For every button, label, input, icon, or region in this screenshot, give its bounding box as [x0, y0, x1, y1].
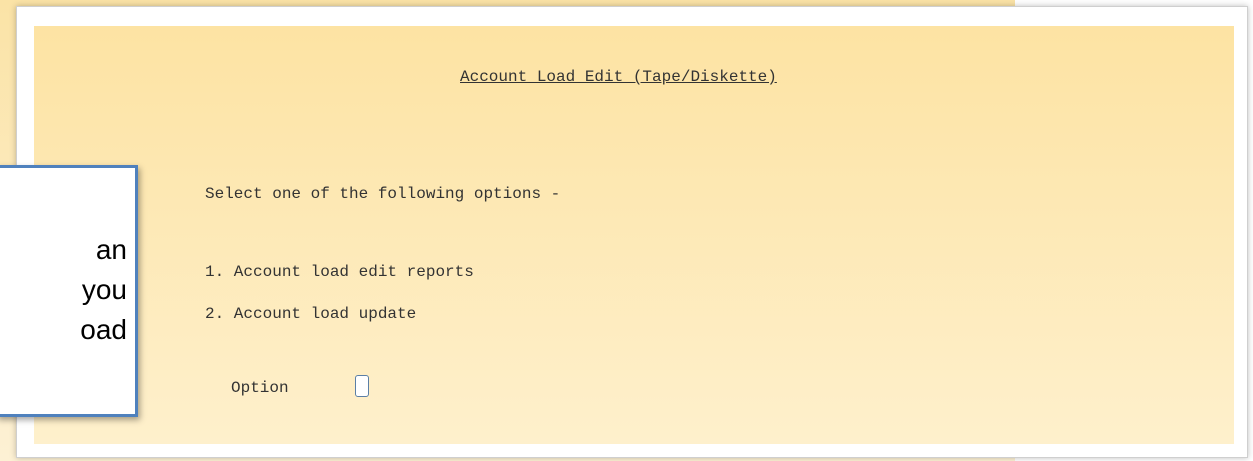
menu-option-1: 1. Account load edit reports — [205, 263, 474, 281]
select-prompt: Select one of the following options - — [205, 185, 561, 203]
option-field-label: Option — [231, 379, 289, 397]
callout-line-3: oad — [80, 314, 127, 345]
callout-line-2: you — [81, 274, 127, 305]
callout-line-1: an — [95, 234, 127, 265]
callout-box: an you oad — [0, 165, 138, 417]
menu-option-2: 2. Account load update — [205, 305, 417, 323]
screen-title: Account Load Edit (Tape/Diskette) — [460, 68, 777, 86]
option-input[interactable] — [355, 375, 369, 397]
callout-text: an you oad — [80, 230, 127, 350]
terminal-screen: Account Load Edit (Tape/Diskette) Select… — [34, 26, 1234, 444]
